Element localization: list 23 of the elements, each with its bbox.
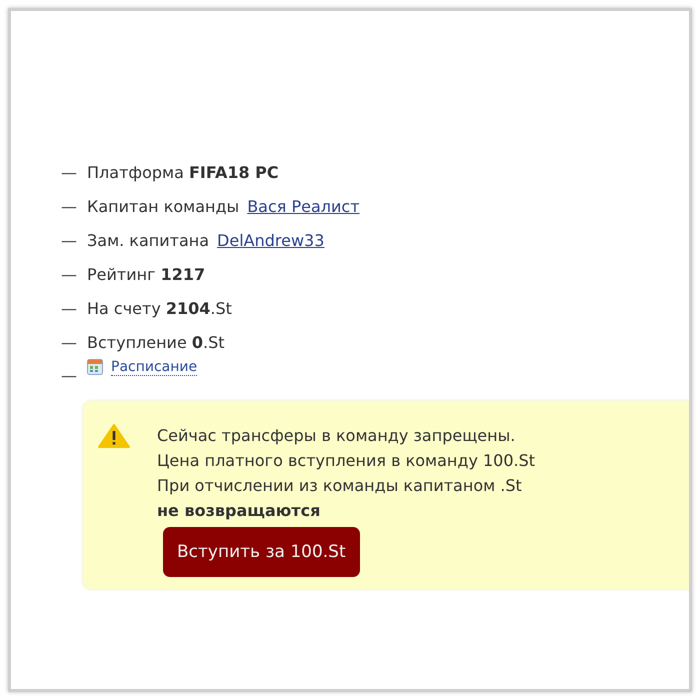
notice-text: не возвращаются [157, 500, 322, 522]
list-dash: — [61, 162, 78, 182]
warning-icon [97, 423, 131, 449]
schedule-link[interactable]: Расписание [111, 358, 198, 376]
info-text: Платформа FIFA18 PC [87, 162, 279, 182]
notice-text: Сейчас трансферы в команду запрещены. [157, 425, 516, 447]
list-dash: — [61, 298, 78, 318]
list-dash: — [61, 264, 78, 284]
list-dash: — [61, 196, 78, 216]
info-text: Рейтинг 1217 [87, 264, 206, 284]
list-dash: — [61, 230, 78, 250]
info-label: Капитан команды [87, 196, 240, 216]
notice-text: Цена платного вступления в команду 100.St [157, 450, 536, 472]
list-dash: — [61, 332, 78, 352]
info-text: На счету 2104.St [87, 298, 232, 318]
profile-link[interactable]: DelAndrew33 [217, 230, 324, 250]
notice-text: При отчислении из команды капитаном .St [157, 475, 523, 497]
profile-link[interactable]: Вася Реалист [247, 196, 360, 216]
calendar-icon [87, 359, 103, 375]
join-button[interactable]: Вступить за 100.St [163, 527, 360, 577]
info-label: Зам. капитана [87, 230, 210, 250]
list-dash: — [61, 366, 78, 384]
info-text: Вступление 0.St [87, 332, 225, 352]
